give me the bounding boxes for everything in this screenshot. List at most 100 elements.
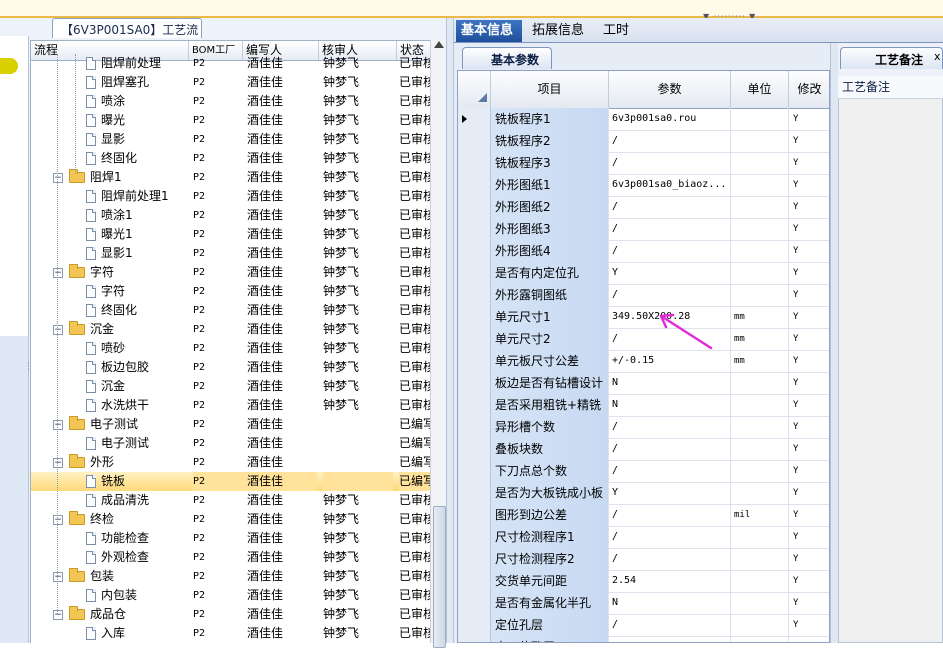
row-header[interactable] bbox=[458, 130, 491, 152]
tree-row[interactable]: 功能检查P2酒佳佳钟梦飞已审核 bbox=[31, 529, 431, 548]
grid-cell-param[interactable]: / bbox=[609, 218, 731, 240]
grid-cell-mod[interactable]: Y bbox=[789, 350, 829, 372]
tab-process-flow[interactable]: 【6V3P001SA0】工艺流程 bbox=[52, 18, 202, 54]
grid-cell-param[interactable]: / bbox=[609, 438, 731, 460]
grid-row[interactable]: 外形图纸1 6v3p001sa0_biaoz... Y bbox=[458, 174, 829, 197]
center-splitter[interactable] bbox=[446, 18, 454, 643]
row-header[interactable] bbox=[458, 548, 491, 570]
grid-cell-unit[interactable] bbox=[731, 174, 789, 196]
grid-cell-param[interactable]: / bbox=[609, 460, 731, 482]
grid-cell-mod[interactable]: Y bbox=[789, 570, 829, 592]
col-header-unit[interactable]: 单位 bbox=[731, 71, 789, 108]
grid-cell-unit[interactable] bbox=[731, 196, 789, 218]
row-header[interactable] bbox=[458, 372, 491, 394]
grid-cell-mod[interactable]: Y bbox=[789, 152, 829, 174]
grid-cell-mod[interactable]: Y bbox=[789, 262, 829, 284]
grid-row[interactable]: 铣板程序2/ Y bbox=[458, 130, 829, 153]
collapse-toggle-icon[interactable]: − bbox=[53, 173, 63, 183]
col-header-item[interactable]: 项目 bbox=[491, 71, 609, 108]
tree-row[interactable]: 喷砂P2酒佳佳钟梦飞已审核 bbox=[31, 339, 431, 358]
grid-row[interactable]: 铣板程序3/ Y bbox=[458, 152, 829, 175]
grid-cell-unit[interactable] bbox=[731, 570, 789, 592]
grid-cell-param[interactable]: / bbox=[609, 130, 731, 152]
grid-cell-unit[interactable] bbox=[731, 592, 789, 614]
tree-row[interactable]: −成品仓P2酒佳佳钟梦飞已审核 bbox=[31, 605, 431, 624]
row-header[interactable] bbox=[458, 306, 491, 328]
row-header[interactable] bbox=[458, 152, 491, 174]
tree-row[interactable]: −包装P2酒佳佳钟梦飞已审核 bbox=[31, 567, 431, 586]
grid-row[interactable]: 定位孔层 / Y bbox=[458, 614, 829, 637]
grid-cell-mod[interactable]: Y bbox=[789, 372, 829, 394]
grid-row[interactable]: 外形图纸3/ Y bbox=[458, 218, 829, 241]
row-header[interactable] bbox=[458, 350, 491, 372]
grid-cell-mod[interactable]: Y bbox=[789, 196, 829, 218]
grid-row[interactable]: 外形露铜图纸 / Y bbox=[458, 284, 829, 307]
grid-cell-param[interactable]: / bbox=[609, 636, 731, 642]
grid-cell-mod[interactable]: Y bbox=[789, 526, 829, 548]
grid-cell-unit[interactable] bbox=[731, 460, 789, 482]
grid-cell-unit[interactable] bbox=[731, 130, 789, 152]
grid-row[interactable]: 单元尺寸2/mm Y bbox=[458, 328, 829, 351]
grid-cell-param[interactable]: 2.54 bbox=[609, 570, 731, 592]
tree-row[interactable]: 喷涂P2酒佳佳钟梦飞已审核 bbox=[31, 92, 431, 111]
tree-row[interactable]: 阻焊前处理P2酒佳佳钟梦飞已审核 bbox=[31, 54, 431, 73]
grid-row[interactable]: 是否为大板铣成小板 Y Y bbox=[458, 482, 829, 505]
row-header[interactable] bbox=[458, 636, 491, 642]
tree-row[interactable]: 终固化P2酒佳佳钟梦飞已审核 bbox=[31, 301, 431, 320]
row-header[interactable] bbox=[458, 570, 491, 592]
row-header[interactable] bbox=[458, 328, 491, 350]
collapse-toggle-icon[interactable]: − bbox=[53, 610, 63, 620]
col-header-modify[interactable]: 修改 bbox=[789, 71, 829, 108]
tab-work-hours[interactable]: 工时 bbox=[598, 20, 638, 42]
grid-row[interactable]: 是否采用粗铣+精铣 N Y bbox=[458, 394, 829, 417]
grid-cell-mod[interactable]: Y bbox=[789, 592, 829, 614]
grid-row[interactable]: 铣板程序1 6v3p001sa0.rou Y bbox=[458, 108, 829, 131]
grid-row[interactable]: 是否有金属化半孔 N Y bbox=[458, 592, 829, 615]
grid-cell-unit[interactable] bbox=[731, 526, 789, 548]
grid-cell-mod[interactable]: Y bbox=[789, 482, 829, 504]
collapse-toggle-icon[interactable]: − bbox=[53, 325, 63, 335]
grid-cell-param[interactable]: / bbox=[609, 548, 731, 570]
tree-row[interactable]: 显影P2酒佳佳钟梦飞已审核 bbox=[31, 130, 431, 149]
grid-row[interactable]: 板边是否有钻槽设计 N Y bbox=[458, 372, 829, 395]
grid-row[interactable]: 单元尺寸1 349.50X200.28 mm Y bbox=[458, 306, 829, 329]
grid-row[interactable]: 图形到边公差 / mil Y bbox=[458, 504, 829, 527]
grid-row[interactable]: 交货单元间距 2.54 Y bbox=[458, 570, 829, 593]
grid-cell-unit[interactable]: mm bbox=[731, 306, 789, 328]
tree-row[interactable]: −终检P2酒佳佳钟梦飞已审核 bbox=[31, 510, 431, 529]
grid-cell-unit[interactable] bbox=[731, 394, 789, 416]
tree-row[interactable]: −字符P2酒佳佳钟梦飞已审核 bbox=[31, 263, 431, 282]
scroll-up-arrow-icon[interactable] bbox=[434, 41, 444, 48]
grid-cell-mod[interactable]: Y bbox=[789, 548, 829, 570]
tree-row[interactable]: 字符P2酒佳佳钟梦飞已审核 bbox=[31, 282, 431, 301]
row-header[interactable] bbox=[458, 174, 491, 196]
row-header[interactable] bbox=[458, 262, 491, 284]
collapse-toggle-icon[interactable]: − bbox=[53, 572, 63, 582]
tree-row[interactable]: 板边包胶P2酒佳佳钟梦飞已审核 bbox=[31, 358, 431, 377]
grid-cell-param[interactable]: / bbox=[609, 416, 731, 438]
grid-cell-param[interactable]: Y bbox=[609, 482, 731, 504]
grid-row[interactable]: 异形槽个数 / Y bbox=[458, 416, 829, 439]
tree-row[interactable]: 终固化P2酒佳佳钟梦飞已审核 bbox=[31, 149, 431, 168]
tree-row[interactable]: 铣板P2酒佳佳已编写 bbox=[31, 472, 431, 491]
grid-cell-mod[interactable]: Y bbox=[789, 328, 829, 350]
grid-cell-mod[interactable]: Y bbox=[789, 108, 829, 130]
tree-row[interactable]: −外形P2酒佳佳已编写 bbox=[31, 453, 431, 472]
tree-row[interactable]: 成品清洗P2酒佳佳钟梦飞已审核 bbox=[31, 491, 431, 510]
grid-row[interactable]: 外形图纸2/ Y bbox=[458, 196, 829, 219]
grid-row[interactable]: 尺寸检测程序1/ Y bbox=[458, 526, 829, 549]
row-header[interactable] bbox=[458, 504, 491, 526]
grid-cell-mod[interactable]: Y bbox=[789, 636, 829, 642]
grid-cell-unit[interactable] bbox=[731, 438, 789, 460]
tree-vertical-scrollbar[interactable] bbox=[430, 40, 447, 648]
tree-row[interactable]: −沉金P2酒佳佳钟梦飞已审核 bbox=[31, 320, 431, 339]
close-icon[interactable]: x bbox=[934, 50, 941, 63]
row-header[interactable] bbox=[458, 394, 491, 416]
grid-cell-unit[interactable] bbox=[731, 108, 789, 130]
row-header[interactable] bbox=[458, 416, 491, 438]
grid-row[interactable]: 下刀点总个数 / Y bbox=[458, 460, 829, 483]
grid-cell-unit[interactable] bbox=[731, 614, 789, 636]
grid-cell-param[interactable]: 6v3p001sa0.rou bbox=[609, 108, 731, 130]
grid-cell-mod[interactable]: Y bbox=[789, 460, 829, 482]
tree-row[interactable]: 显影1P2酒佳佳钟梦飞已审核 bbox=[31, 244, 431, 263]
